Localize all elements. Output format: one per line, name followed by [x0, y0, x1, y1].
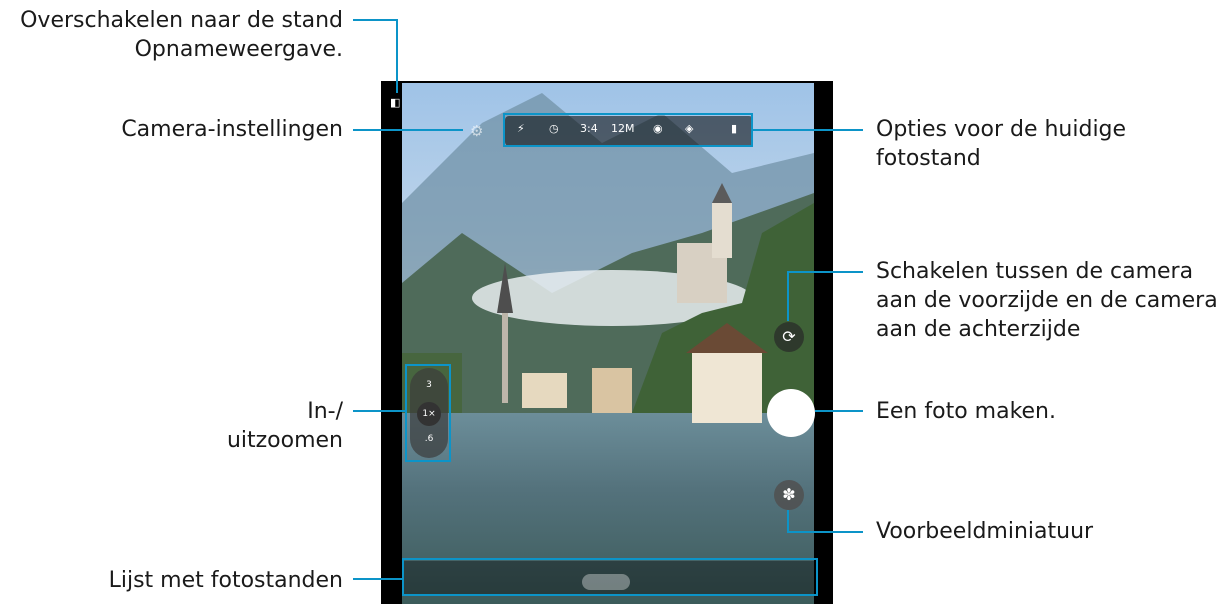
label-camera-settings: Camera-instellingen [121, 117, 343, 142]
label-options-line2: fotostand [876, 146, 981, 171]
label-switch-camera-line1: Schakelen tussen de camera [876, 259, 1194, 284]
label-zoom-line2: uitzoomen [226, 428, 343, 453]
settings-gear-icon[interactable]: ⚙ [470, 122, 483, 140]
options-highlight [503, 113, 753, 147]
label-switch-camera-line2: aan de voorzijde en de camera [876, 288, 1218, 313]
switch-camera-button[interactable]: ⟳ [774, 322, 804, 352]
label-options: Opties voor de huidige fotostand [876, 115, 1126, 173]
label-take-photo: Een foto maken. [876, 399, 1056, 424]
label-switch-view: Overschakelen naar de stand Opnameweerga… [20, 6, 343, 64]
zoom-highlight [405, 364, 451, 462]
callout-switch-camera-h [787, 271, 863, 273]
label-options-line1: Opties voor de huidige [876, 117, 1127, 142]
label-switch-camera: Schakelen tussen de camera aan de voorzi… [876, 257, 1218, 344]
callout-preview-v [787, 510, 789, 532]
callout-take-photo [815, 410, 863, 412]
callout-switch-camera-v [787, 271, 789, 321]
label-mode-list: Lijst met fotostanden [108, 568, 343, 593]
label-zoom: In-/ uitzoomen [227, 397, 343, 455]
viewfinder [402, 83, 814, 604]
callout-switch-view-h [353, 19, 398, 21]
label-switch-view-line2: Opnameweergave. [134, 37, 343, 62]
callout-options [753, 129, 863, 131]
label-zoom-line1: In-/ [307, 399, 343, 424]
callout-modes [353, 578, 403, 580]
preview-thumbnail[interactable]: ✽ [774, 480, 804, 510]
label-preview: Voorbeeldminiatuur [876, 519, 1094, 544]
callout-switch-view-v [396, 19, 398, 93]
camera-screen: ⚡ ◷ 3:4 12M ◉ ◈ ▮ [381, 81, 833, 604]
label-switch-camera-line3: aan de achterzijde [876, 317, 1081, 342]
callout-preview-h [787, 531, 863, 533]
callout-settings [353, 129, 463, 131]
view-mode-icon[interactable]: ◧ [390, 96, 400, 109]
callout-zoom [353, 410, 405, 412]
label-switch-view-line1: Overschakelen naar de stand [20, 8, 343, 33]
shutter-button[interactable] [767, 389, 815, 437]
modes-highlight [402, 558, 818, 596]
landscape-illustration [402, 93, 814, 423]
